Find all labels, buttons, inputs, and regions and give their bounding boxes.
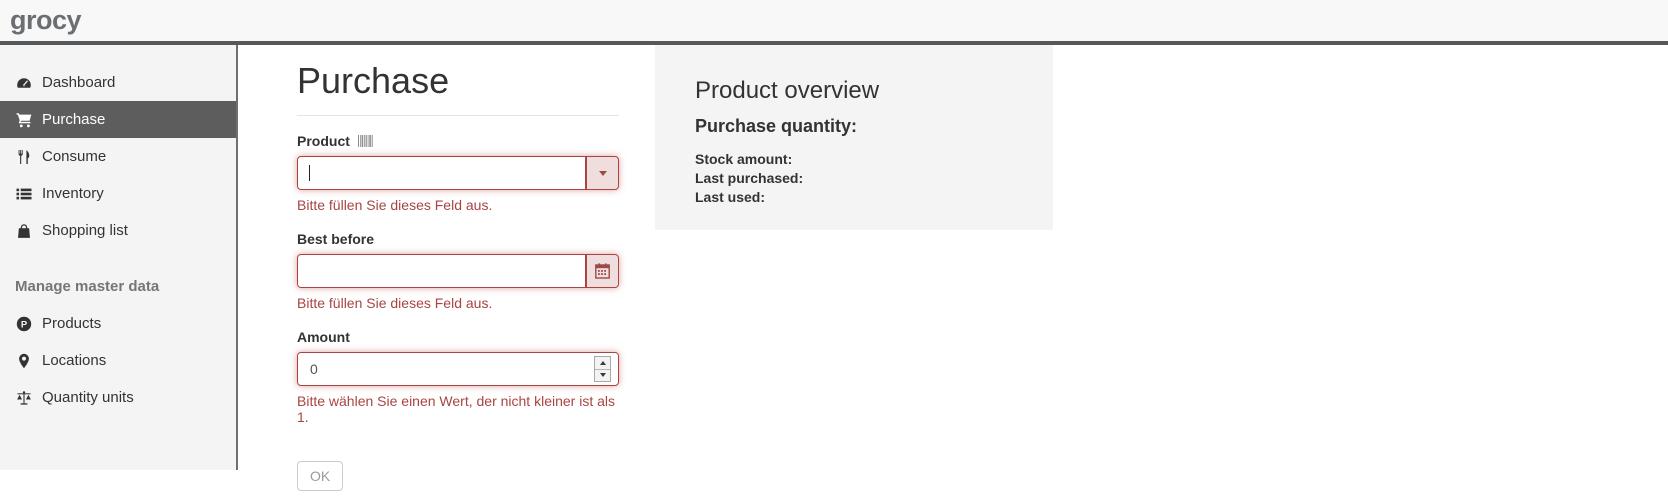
spinner-down-icon[interactable]	[595, 370, 610, 382]
sidebar-item-quantity-units[interactable]: Quantity units	[0, 379, 236, 416]
purchase-form: Purchase Product	[297, 45, 619, 491]
sidebar-item-dashboard[interactable]: Dashboard	[0, 64, 236, 101]
best-before-form-group: Best before Bitte füllen Sie dieses Feld…	[297, 231, 619, 311]
product-label: Product	[297, 133, 350, 149]
sidebar-item-label: Shopping list	[42, 222, 128, 239]
amount-form-group: Amount Bitte wählen Sie einen Wert, der …	[297, 329, 619, 425]
best-before-error: Bitte füllen Sie dieses Feld aus.	[297, 295, 619, 311]
sidebar-item-locations[interactable]: Locations	[0, 342, 236, 379]
sidebar-item-label: Consume	[42, 148, 106, 165]
sidebar-item-label: Locations	[42, 352, 106, 369]
best-before-label: Best before	[297, 231, 374, 247]
title-divider	[297, 115, 619, 116]
sidebar: Dashboard Purchase Consume Inventory	[0, 45, 238, 470]
sidebar-item-products[interactable]: P Products	[0, 305, 236, 342]
stock-amount-label: Stock amount:	[695, 150, 1013, 169]
scale-icon	[15, 390, 33, 406]
spinner-up-icon[interactable]	[595, 357, 610, 370]
product-form-group: Product Bitte füllen Sie dieses Feld aus…	[297, 133, 619, 213]
product-overview-panel: Product overview Purchase quantity: Stoc…	[655, 45, 1053, 230]
sidebar-section-master-data: Manage master data	[0, 268, 236, 305]
list-icon	[15, 186, 33, 202]
product-combobox	[297, 156, 619, 190]
chevron-down-icon	[599, 171, 607, 176]
best-before-input[interactable]	[297, 254, 586, 288]
sidebar-item-label: Inventory	[42, 185, 104, 202]
main-content: Purchase Product	[238, 45, 1668, 470]
text-cursor	[309, 165, 310, 181]
sidebar-item-purchase[interactable]: Purchase	[0, 101, 236, 138]
best-before-picker	[297, 254, 619, 288]
sidebar-item-shopping-list[interactable]: Shopping list	[0, 212, 236, 249]
product-dropdown-button[interactable]	[586, 156, 619, 190]
grocy-app: grocy Dashboard Purchase Consume	[0, 0, 1668, 470]
last-used-label: Last used:	[695, 188, 1013, 207]
calendar-button[interactable]	[586, 254, 619, 288]
amount-input[interactable]	[297, 352, 619, 386]
sidebar-item-label: Quantity units	[42, 389, 134, 406]
app-header: grocy	[0, 0, 1668, 45]
overview-title: Product overview	[695, 77, 1013, 105]
sidebar-item-inventory[interactable]: Inventory	[0, 175, 236, 212]
purchase-quantity-label: Purchase quantity:	[695, 116, 1013, 137]
amount-spinner[interactable]	[594, 356, 611, 382]
sidebar-item-consume[interactable]: Consume	[0, 138, 236, 175]
map-marker-icon	[15, 353, 33, 369]
cart-icon	[15, 112, 33, 128]
amount-error: Bitte wählen Sie einen Wert, der nicht k…	[297, 393, 619, 425]
svg-text:P: P	[21, 319, 28, 330]
sidebar-item-label: Dashboard	[42, 74, 115, 91]
utensils-icon	[15, 149, 33, 165]
sidebar-item-label: Purchase	[42, 111, 105, 128]
sidebar-item-label: Products	[42, 315, 101, 332]
page-title: Purchase	[297, 60, 619, 102]
grocy-logo: grocy	[10, 7, 81, 34]
shopping-bag-icon	[15, 223, 33, 239]
calendar-icon	[595, 263, 610, 279]
product-p-icon: P	[15, 316, 33, 332]
product-input[interactable]	[297, 156, 586, 190]
amount-label: Amount	[297, 329, 350, 345]
last-purchased-label: Last purchased:	[695, 169, 1013, 188]
product-error: Bitte füllen Sie dieses Feld aus.	[297, 197, 619, 213]
ok-button[interactable]: OK	[297, 461, 343, 491]
barcode-icon	[358, 135, 373, 147]
dashboard-icon	[15, 75, 33, 91]
